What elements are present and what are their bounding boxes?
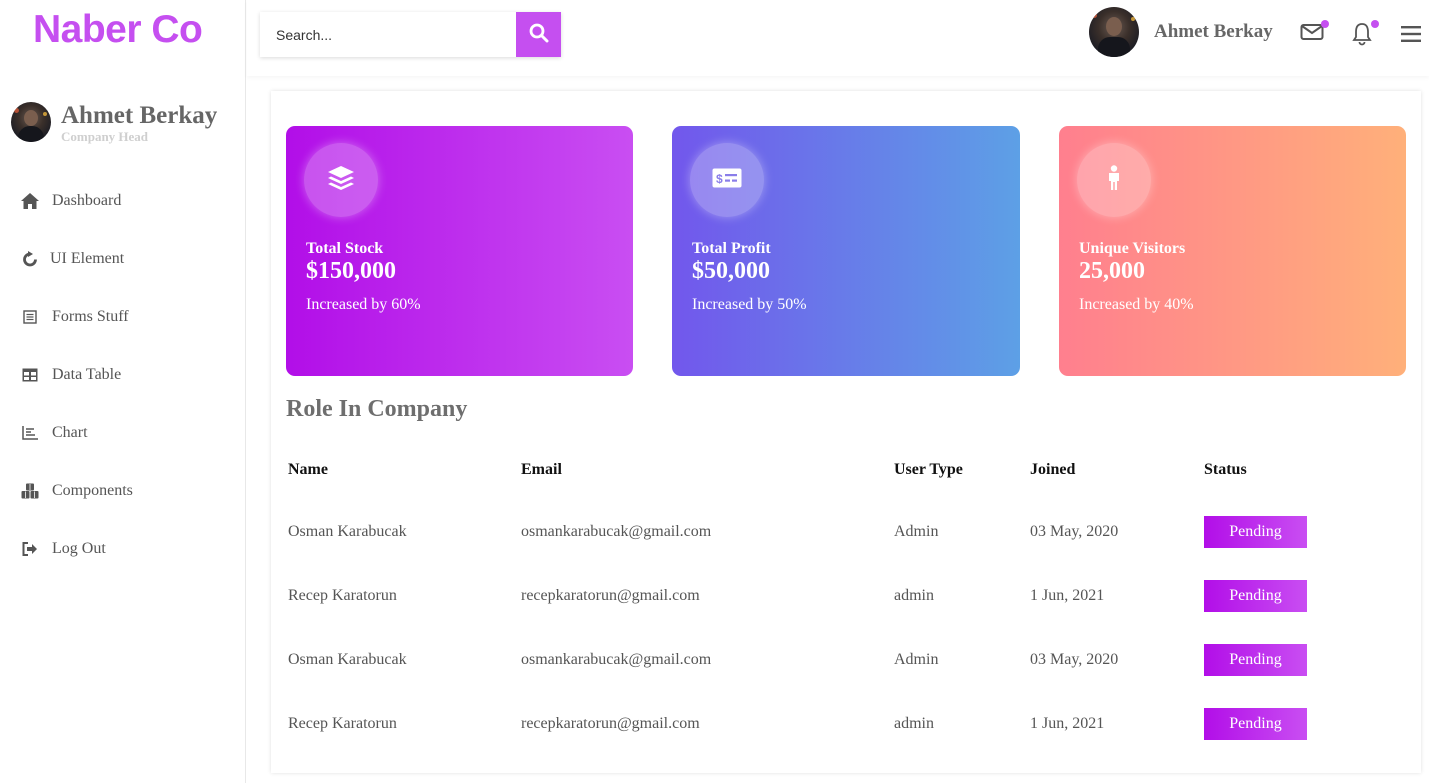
cell-name: Recep Karatorun — [288, 715, 397, 732]
home-icon — [20, 191, 40, 211]
svg-text:$: $ — [716, 172, 723, 186]
card-icon-circle — [304, 143, 378, 217]
cell-user-type: admin — [894, 587, 934, 604]
logout-icon — [20, 539, 40, 559]
person-icon — [1106, 164, 1122, 196]
avatar — [11, 102, 51, 142]
cell-email: recepkaratorun@gmail.com — [521, 715, 700, 732]
sidebar-item-label: Dashboard — [52, 192, 122, 209]
sidebar: Naber Co Ahmet Berkay Company Head Dashb… — [0, 0, 246, 783]
card-title: Unique Visitors — [1079, 240, 1186, 257]
column-header-status: Status — [1204, 461, 1247, 478]
table-icon — [20, 365, 40, 385]
card-subtitle: Increased by 60% — [306, 296, 421, 313]
mail-notification-dot — [1321, 20, 1329, 28]
form-icon — [20, 307, 40, 327]
bell-notification-dot — [1371, 20, 1379, 28]
card-subtitle: Increased by 40% — [1079, 296, 1194, 313]
column-header-name: Name — [288, 461, 328, 478]
profile-role: Company Head — [61, 129, 149, 144]
column-header-user-type: User Type — [894, 461, 963, 478]
avatar — [1089, 7, 1139, 57]
money-icon: $ — [712, 168, 742, 193]
layers-icon — [327, 165, 355, 196]
cell-name: Osman Karabucak — [288, 523, 407, 540]
column-header-email: Email — [521, 461, 562, 478]
cell-user-type: Admin — [894, 651, 939, 668]
sidebar-item-components[interactable]: Components — [0, 462, 246, 520]
chart-icon — [20, 423, 40, 443]
column-header-joined: Joined — [1030, 461, 1076, 478]
sidebar-item-label: Forms Stuff — [52, 308, 129, 325]
sidebar-item-data-table[interactable]: Data Table — [0, 346, 246, 404]
cubes-icon — [20, 481, 40, 501]
status-button[interactable]: Pending — [1204, 516, 1307, 548]
cell-joined: 1 Jun, 2021 — [1030, 587, 1105, 604]
cell-joined: 03 May, 2020 — [1030, 523, 1119, 540]
search-icon — [529, 23, 549, 46]
status-button[interactable]: Pending — [1204, 708, 1307, 740]
card-title: Total Profit — [692, 240, 771, 257]
topbar-user-name: Ahmet Berkay — [1154, 21, 1273, 42]
sidebar-item-forms-stuff[interactable]: Forms Stuff — [0, 288, 246, 346]
sidebar-item-label: Chart — [52, 424, 88, 441]
card-icon-circle: $ — [690, 143, 764, 217]
brand-logo[interactable]: Naber Co — [33, 8, 203, 52]
search-box — [260, 12, 561, 57]
cell-user-type: Admin — [894, 523, 939, 540]
table-row: Osman Karabucak osmankarabucak@gmail.com… — [286, 516, 1406, 580]
menu-button[interactable] — [1401, 25, 1421, 48]
sidebar-item-label: Log Out — [52, 540, 106, 557]
sidebar-item-label: Components — [52, 482, 133, 499]
stat-card-total-profit: $ Total Profit $50,000 Increased by 50% — [672, 126, 1020, 376]
card-value: $50,000 — [692, 258, 770, 284]
refresh-icon — [20, 249, 40, 269]
sidebar-item-ui-element[interactable]: UI Element — [0, 230, 246, 288]
sidebar-nav: Dashboard UI Element Forms Stuff Data Ta… — [0, 172, 246, 578]
table-row: Recep Karatorun recepkaratorun@gmail.com… — [286, 580, 1406, 644]
stat-card-total-stock: Total Stock $150,000 Increased by 60% — [286, 126, 633, 376]
sidebar-item-label: UI Element — [50, 250, 125, 267]
search-button[interactable] — [516, 12, 561, 57]
topbar: Ahmet Berkay — [247, 0, 1429, 76]
mail-icon — [1300, 24, 1324, 46]
sidebar-item-label: Data Table — [52, 366, 122, 383]
card-value: $150,000 — [306, 258, 396, 284]
card-title: Total Stock — [306, 240, 384, 257]
sidebar-item-chart[interactable]: Chart — [0, 404, 246, 462]
mail-button[interactable] — [1300, 20, 1329, 47]
menu-icon — [1401, 26, 1421, 47]
topbar-profile[interactable]: Ahmet Berkay — [1089, 7, 1273, 57]
cell-name: Recep Karatorun — [288, 587, 397, 604]
card-value: 25,000 — [1079, 258, 1145, 284]
status-button[interactable]: Pending — [1204, 644, 1307, 676]
notifications-button[interactable] — [1352, 20, 1379, 51]
search-input[interactable] — [260, 12, 516, 57]
cell-name: Osman Karabucak — [288, 651, 407, 668]
sidebar-item-dashboard[interactable]: Dashboard — [0, 172, 246, 230]
cell-user-type: admin — [894, 715, 934, 732]
stat-card-unique-visitors: Unique Visitors 25,000 Increased by 40% — [1059, 126, 1406, 376]
sidebar-profile: Ahmet Berkay Company Head — [11, 102, 217, 144]
status-button[interactable]: Pending — [1204, 580, 1307, 612]
section-title: Role In Company — [286, 396, 468, 422]
main-panel: Total Stock $150,000 Increased by 60% $ … — [271, 91, 1421, 773]
cell-email: osmankarabucak@gmail.com — [521, 651, 712, 668]
profile-name: Ahmet Berkay — [61, 102, 218, 129]
table-row: Osman Karabucak osmankarabucak@gmail.com… — [286, 644, 1406, 708]
card-icon-circle — [1077, 143, 1151, 217]
card-subtitle: Increased by 50% — [692, 296, 807, 313]
cell-joined: 03 May, 2020 — [1030, 651, 1119, 668]
table-row: Recep Karatorun recepkaratorun@gmail.com… — [286, 708, 1406, 772]
cell-email: recepkaratorun@gmail.com — [521, 587, 700, 604]
cell-email: osmankarabucak@gmail.com — [521, 523, 712, 540]
bell-icon — [1352, 23, 1372, 50]
cell-joined: 1 Jun, 2021 — [1030, 715, 1105, 732]
sidebar-item-log-out[interactable]: Log Out — [0, 520, 246, 578]
